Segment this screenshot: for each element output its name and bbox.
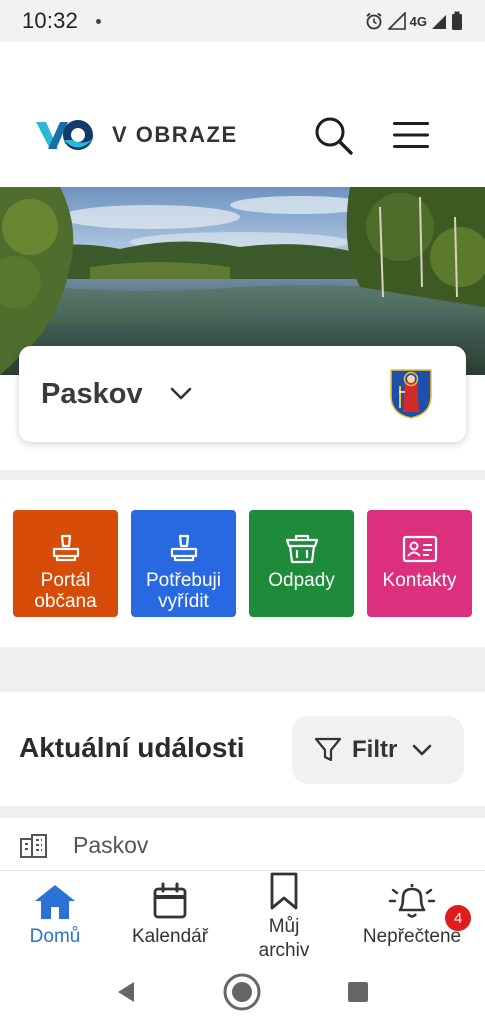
tile-label: Potřebuji vyřídit [146, 570, 221, 612]
nav-item-home[interactable]: Domů [0, 871, 115, 949]
filter-button[interactable]: Filtr [292, 716, 464, 784]
nav-label: Nepřečtené [362, 926, 462, 947]
home-icon [33, 881, 77, 921]
events-title: Aktuální události [19, 732, 245, 763]
tile-odpady[interactable]: Odpady [249, 510, 354, 617]
recents-icon[interactable] [347, 981, 369, 1003]
stamp-icon [167, 532, 201, 566]
nav-label: Kalendář [131, 926, 209, 947]
section-divider [0, 647, 485, 692]
system-nav-bar [0, 970, 485, 1024]
quick-actions: Portál občana Potřebuji vyřídit Odpady K… [13, 510, 473, 617]
search-icon [315, 117, 353, 155]
event-source-label: Paskov [73, 832, 149, 858]
unread-count-badge: 4 [445, 905, 471, 931]
buildings-icon [20, 833, 47, 858]
hamburger-menu-icon [393, 122, 429, 148]
bell-icon: 4 [387, 881, 471, 931]
status-time: 10:32 [22, 8, 79, 33]
waste-bin-icon [283, 532, 321, 566]
tile-label: Kontakty [382, 570, 457, 591]
network-type: 4G [409, 13, 427, 29]
tile-kontakty[interactable]: Kontakty [367, 510, 472, 617]
app-header: V OBRAZE [0, 100, 485, 170]
back-icon[interactable] [114, 980, 138, 1004]
alarm-icon [366, 12, 382, 30]
nav-label: Domů [29, 926, 81, 947]
notification-dot-icon [96, 18, 102, 24]
tile-potrebuji-vyridit[interactable]: Potřebuji vyřídit [131, 510, 236, 617]
app-logo[interactable]: V OBRAZE [34, 116, 238, 154]
municipality-selector[interactable]: Paskov [19, 346, 466, 442]
logo-text: V OBRAZE [112, 122, 238, 147]
status-bar: 10:32 4G [0, 0, 485, 42]
battery-icon [452, 11, 462, 30]
bottom-nav: Domů Kalendář Můj archiv 4 Nepřečtené [0, 870, 485, 970]
section-divider [0, 806, 485, 818]
bookmark-icon [268, 871, 300, 911]
search-button[interactable] [310, 112, 356, 158]
logo-mark-icon [36, 120, 94, 150]
menu-button[interactable] [388, 112, 434, 158]
tile-label: Odpady [268, 570, 335, 591]
contact-card-icon [401, 532, 439, 566]
calendar-icon [152, 881, 188, 921]
coat-of-arms-icon [390, 369, 432, 419]
signal-icon [387, 12, 406, 30]
tile-label: Portál občana [34, 570, 97, 612]
nav-item-archive[interactable]: Můj archiv [224, 871, 344, 963]
chevron-down-icon [169, 386, 193, 402]
event-source[interactable]: Paskov [19, 832, 148, 859]
status-icons: 4G [364, 11, 463, 31]
chevron-down-icon [411, 743, 433, 757]
nav-label: Můj archiv [258, 916, 310, 961]
nav-item-unread[interactable]: 4 Nepřečtené [352, 871, 472, 949]
home-button-icon[interactable] [222, 972, 262, 1012]
nav-item-calendar[interactable]: Kalendář [110, 871, 230, 949]
filter-label: Filtr [352, 736, 398, 763]
filter-icon [314, 737, 342, 762]
section-divider [0, 470, 485, 480]
cell-signal-icon [432, 15, 446, 29]
municipality-name: Paskov [41, 377, 143, 410]
stamp-icon [49, 532, 83, 566]
tile-portal-obcana[interactable]: Portál občana [13, 510, 118, 617]
